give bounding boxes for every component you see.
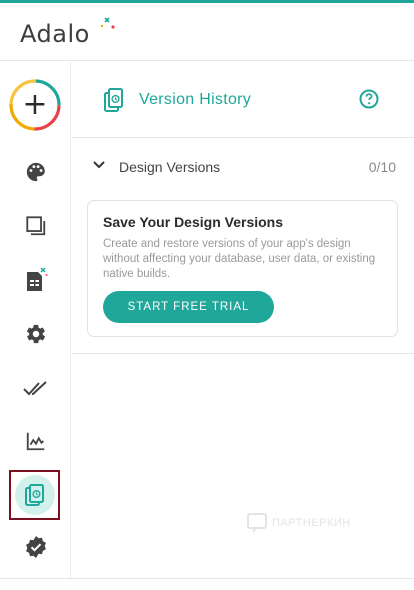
gear-icon: [26, 324, 45, 344]
add-component-button[interactable]: +: [9, 79, 61, 131]
version-history-icon: [104, 88, 123, 112]
version-count: 0/10: [368, 159, 396, 175]
design-versions-section-toggle[interactable]: Design Versions 0/10: [72, 152, 414, 182]
active-item-indicator: [15, 475, 55, 515]
sidebar-item-version-history[interactable]: [9, 470, 60, 520]
screens-icon: [25, 216, 45, 236]
double-check-icon: [22, 381, 47, 396]
card-title: Save Your Design Versions: [103, 214, 284, 230]
sidebar-item-settings[interactable]: [0, 311, 71, 357]
sidebar-item-branding[interactable]: [0, 149, 71, 195]
upgrade-card: Save Your Design Versions Create and res…: [87, 200, 398, 337]
section-title: Design Versions: [119, 159, 221, 175]
version-history-icon: [25, 484, 44, 506]
logo-sparkle-icon: [100, 17, 115, 29]
panel-header: Version History: [72, 62, 414, 138]
database-icon: [26, 267, 47, 291]
card-description: Create and restore versions of your app'…: [103, 238, 376, 280]
sidebar-item-publish[interactable]: [0, 365, 71, 411]
app-header: Adalo: [0, 3, 414, 61]
logo-text: Adalo: [20, 20, 90, 48]
sidebar-item-screens[interactable]: [0, 203, 71, 249]
watermark-logo-icon: [247, 513, 267, 533]
version-history-panel: Version History Design Versions 0/10 Sav…: [72, 62, 414, 578]
bottom-divider: [0, 578, 414, 579]
sidebar-item-database[interactable]: [0, 257, 71, 303]
left-sidebar: +: [0, 62, 71, 578]
sidebar-item-verified[interactable]: [0, 524, 71, 570]
adalo-logo[interactable]: Adalo: [20, 17, 115, 48]
plus-icon: +: [22, 87, 48, 122]
palette-icon: [26, 162, 45, 182]
watermark-text: ПАРТНЕРКИН: [272, 517, 351, 529]
start-free-trial-button[interactable]: START FREE TRIAL: [103, 291, 274, 323]
sidebar-item-analytics[interactable]: [0, 418, 71, 464]
panel-title: Version History: [139, 91, 252, 108]
section-divider: [72, 353, 414, 354]
verified-badge-icon: [25, 536, 46, 558]
help-icon[interactable]: [359, 89, 379, 109]
watermark: ПАРТНЕРКИН: [246, 512, 351, 534]
chevron-down-icon: [93, 161, 105, 169]
chart-icon: [26, 432, 44, 451]
